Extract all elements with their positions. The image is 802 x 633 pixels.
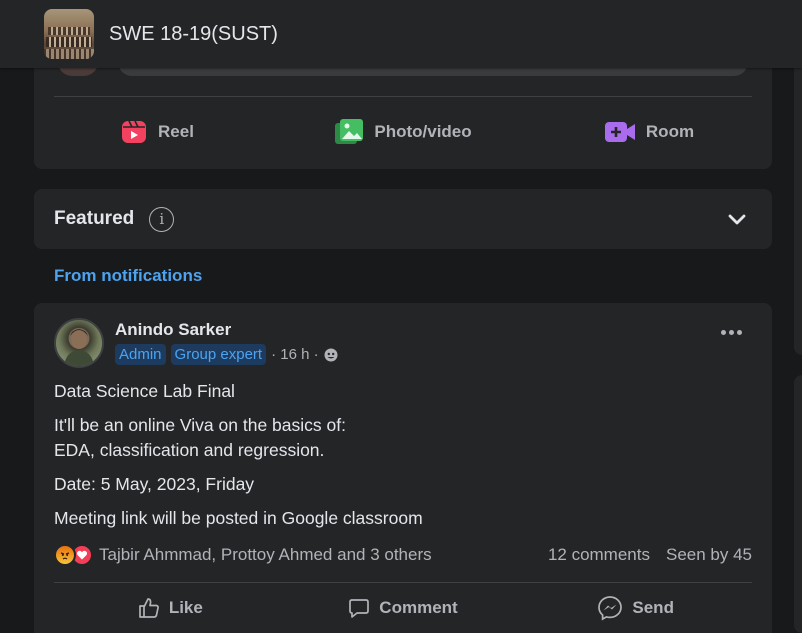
post-time[interactable]: · 16 h ·	[271, 346, 319, 363]
group-privacy-icon	[324, 348, 338, 361]
section-label: From notifications	[54, 266, 203, 285]
send-label: Send	[632, 598, 674, 617]
person-photo	[64, 329, 94, 366]
comment-button[interactable]: Comment	[287, 589, 520, 627]
post-meta: Admin Group expert · 16 h ·	[115, 344, 338, 365]
featured-section[interactable]: Featured i	[34, 189, 772, 249]
photo-video-label: Photo/video	[374, 122, 472, 141]
chevron-down-icon[interactable]	[728, 210, 746, 228]
author-avatar[interactable]	[54, 318, 104, 368]
reactors-text[interactable]: Tajbir Ahmmad, Prottoy Ahmed and 3 other…	[99, 545, 432, 565]
like-button[interactable]: Like	[54, 589, 287, 627]
room-button[interactable]: Room	[526, 110, 772, 154]
seen-count[interactable]: Seen by 45	[666, 545, 752, 565]
photo-icon	[335, 119, 364, 144]
sidebar-card-edge	[794, 60, 802, 355]
like-label: Like	[168, 598, 203, 617]
sidebar-card-edge	[794, 375, 802, 633]
messenger-icon	[598, 596, 623, 621]
more-options-icon[interactable]	[721, 330, 742, 335]
featured-title: Featured	[54, 208, 135, 229]
reel-icon	[122, 120, 147, 143]
author-name[interactable]: Anindo Sarker	[115, 320, 231, 340]
post-actions: Like Comment Send	[54, 589, 752, 627]
composer-divider	[54, 96, 752, 97]
reel-button[interactable]: Reel	[34, 110, 280, 154]
post-paragraph: Date: 5 May, 2023, Friday	[54, 474, 255, 494]
angry-reaction-icon	[54, 544, 76, 566]
reaction-icons[interactable]	[54, 544, 93, 566]
photo-video-button[interactable]: Photo/video	[280, 110, 526, 154]
comment-icon	[349, 599, 370, 618]
info-icon[interactable]: i	[149, 206, 175, 232]
comment-label: Comment	[379, 598, 458, 617]
video-room-icon	[604, 122, 635, 142]
group-cover-thumbnail[interactable]	[44, 9, 94, 59]
post-card: Anindo Sarker Admin Group expert · 16 h …	[34, 303, 772, 633]
post-divider	[54, 582, 752, 583]
group-expert-badge[interactable]: Group expert	[170, 344, 267, 365]
comments-count[interactable]: 12 comments	[548, 545, 650, 565]
group-header: SWE 18-19(SUST)	[0, 0, 802, 68]
post-paragraph: Data Science Lab Final	[54, 381, 235, 401]
send-button[interactable]: Send	[519, 589, 752, 627]
like-icon	[138, 598, 159, 618]
reel-label: Reel	[158, 122, 194, 141]
admin-badge[interactable]: Admin	[115, 344, 166, 365]
room-label: Room	[645, 122, 695, 141]
reactions-bar: Tajbir Ahmmad, Prottoy Ahmed and 3 other…	[54, 543, 752, 567]
group-title[interactable]: SWE 18-19(SUST)	[109, 23, 278, 46]
post-paragraph: Meeting link will be posted in Google cl…	[54, 508, 423, 528]
post-body: Data Science Lab Final It'll be an onlin…	[54, 379, 744, 540]
post-paragraph: It'll be an online Viva on the basics of…	[54, 415, 346, 460]
